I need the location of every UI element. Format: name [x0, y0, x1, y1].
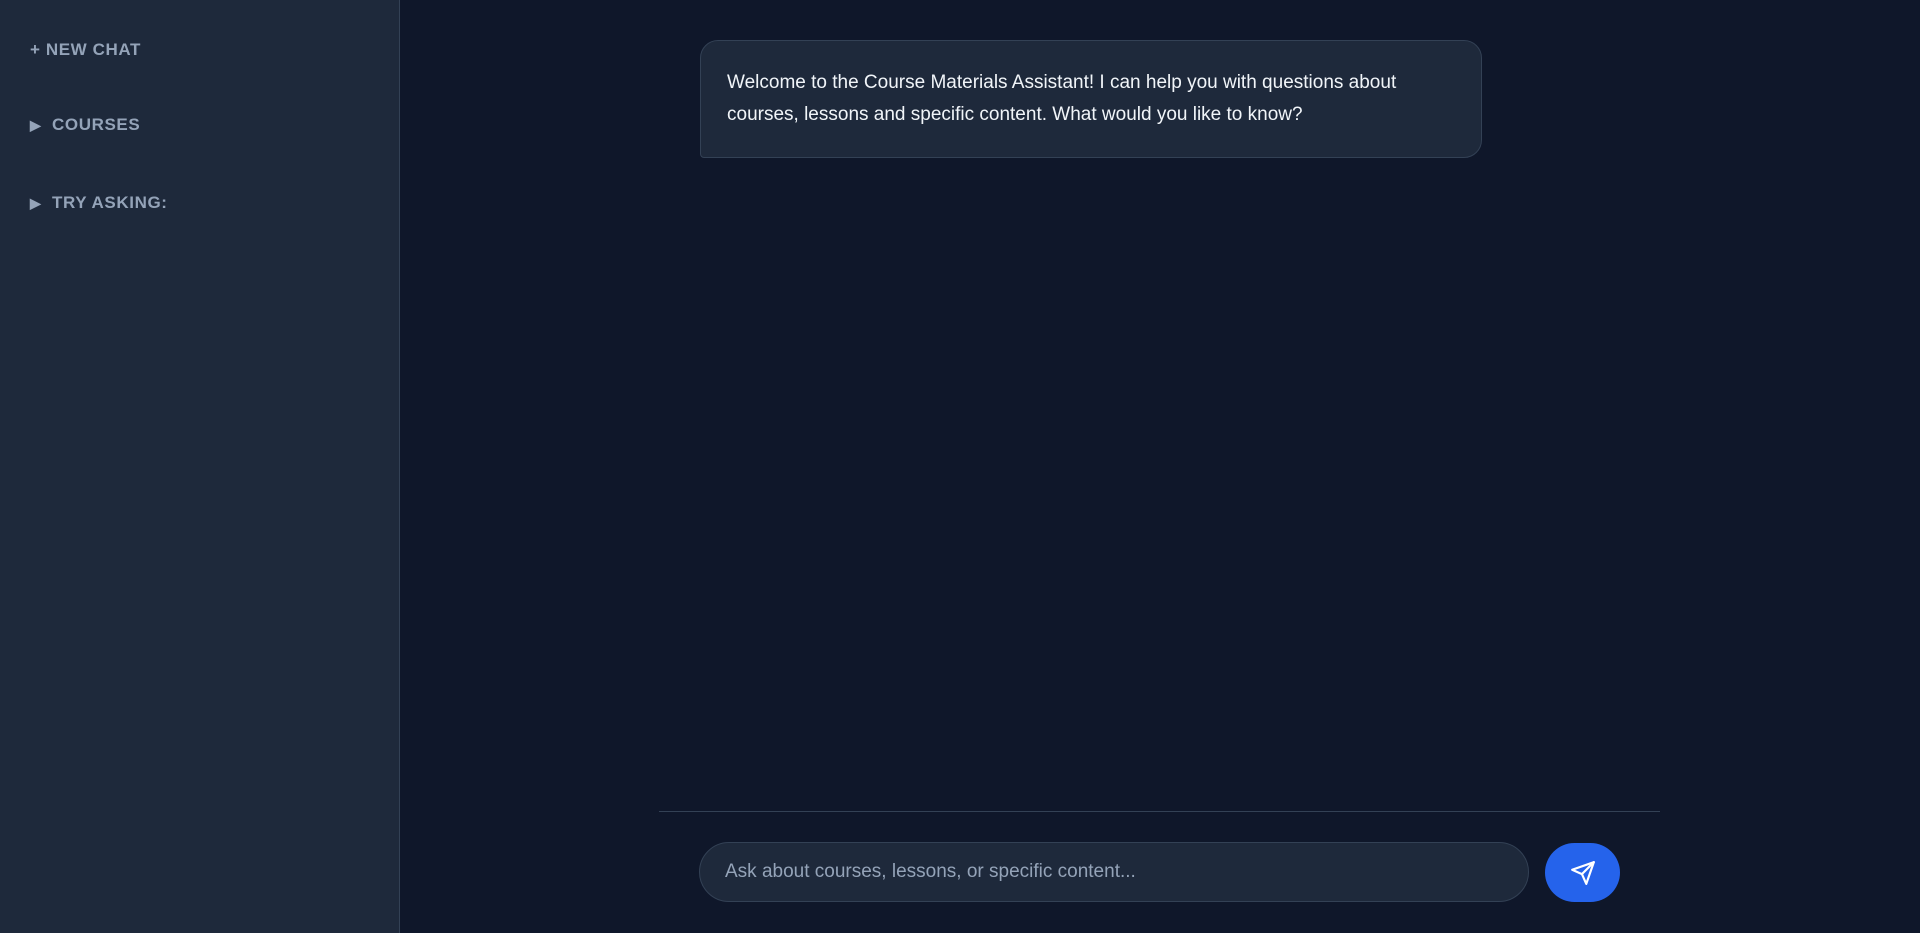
- composer-divider: [659, 811, 1660, 812]
- try-asking-section-toggle[interactable]: ▶ TRY ASKING:: [30, 193, 168, 213]
- sidebar: + NEW CHAT ▶ COURSES ▶ TRY ASKING:: [0, 0, 400, 933]
- chat-area: Welcome to the Course Materials Assistan…: [400, 0, 1920, 933]
- new-chat-button[interactable]: + NEW CHAT: [30, 40, 141, 60]
- message-text: Welcome to the Course Materials Assistan…: [727, 72, 1397, 125]
- app-window: + NEW CHAT ▶ COURSES ▶ TRY ASKING: Welco…: [0, 0, 1920, 933]
- courses-section-toggle[interactable]: ▶ COURSES: [30, 115, 140, 135]
- chevron-right-icon: ▶: [30, 194, 42, 211]
- send-button[interactable]: [1545, 843, 1620, 902]
- try-asking-section-label: TRY ASKING:: [52, 193, 168, 212]
- chevron-right-icon: ▶: [30, 116, 42, 133]
- send-icon: [1570, 860, 1595, 885]
- new-chat-label: + NEW CHAT: [30, 40, 141, 59]
- courses-section-label: COURSES: [52, 115, 141, 134]
- assistant-message: Welcome to the Course Materials Assistan…: [700, 40, 1482, 158]
- chat-input[interactable]: [699, 842, 1529, 902]
